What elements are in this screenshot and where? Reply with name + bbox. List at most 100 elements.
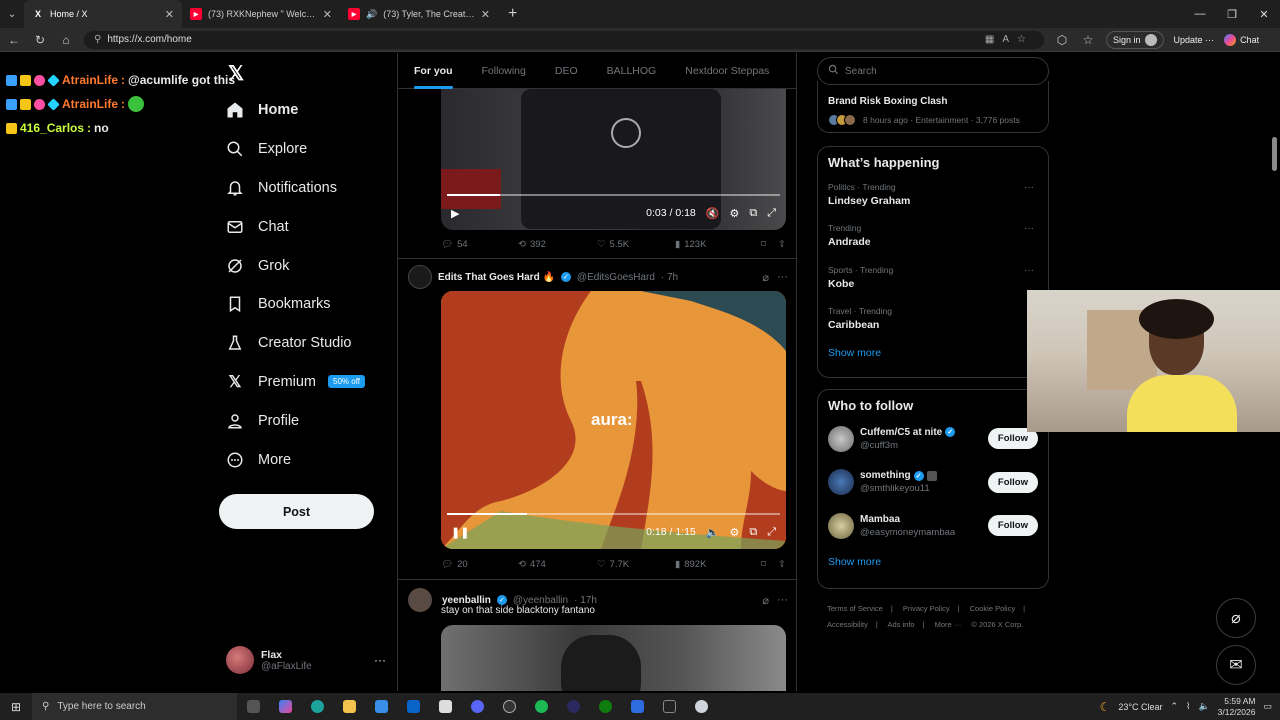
back-icon[interactable]: ← <box>6 33 22 47</box>
sidebar-item-home[interactable]: Home <box>226 91 365 130</box>
sidebar-item-premium[interactable]: 𝕏 Premium 50% off <box>226 363 365 402</box>
mute-icon[interactable]: 🔇 <box>706 207 720 220</box>
tweet-media[interactable] <box>441 625 786 691</box>
account-switcher[interactable]: Flax @aFlaxLife ··· <box>226 646 386 674</box>
more-dots-icon[interactable]: ··· <box>374 653 386 667</box>
pause-icon[interactable]: ❚❚ <box>451 526 469 539</box>
tab-for-you[interactable]: For you <box>414 53 453 89</box>
taskbar-search-input[interactable]: ⚲ Type here to search <box>32 693 237 720</box>
extensions-icon[interactable]: ⬡ <box>1054 33 1070 47</box>
pip-icon[interactable]: ⧉ <box>749 526 757 539</box>
tweet-author-name[interactable]: Edits That Goes Hard 🔥 <box>438 272 555 283</box>
more-dots-icon[interactable]: ··· <box>1024 265 1034 276</box>
repost-button[interactable]: ⟲ 392 <box>518 239 597 250</box>
avatar[interactable] <box>408 265 432 289</box>
grok-fab-button[interactable]: ⌀ <box>1216 598 1256 638</box>
steam-app-icon[interactable] <box>685 693 717 720</box>
trend-item[interactable]: Sports · Trending Kobe ··· <box>828 265 1038 306</box>
file-explorer-icon[interactable] <box>333 693 365 720</box>
fullscreen-icon[interactable]: ⤢ <box>767 526 776 539</box>
home-browser-icon[interactable]: ⌂ <box>58 33 74 47</box>
pip-icon[interactable]: ⧉ <box>749 207 757 220</box>
tab-youtube-1[interactable]: ▶ (73) RXKNephew " Welcome 2 The ✕ <box>182 0 340 28</box>
page-scrollbar[interactable] <box>1270 53 1278 691</box>
bookmark-icon[interactable]: ⌑ <box>761 239 766 250</box>
share-icon[interactable]: ⇪ <box>778 559 786 570</box>
address-bar-tools[interactable]: ▦A☆ <box>985 34 1034 45</box>
store-app-icon[interactable] <box>365 693 397 720</box>
tab-following[interactable]: Following <box>482 53 526 89</box>
network-icon[interactable]: ⌇ <box>1186 701 1190 712</box>
more-dots-icon[interactable]: ··· <box>1024 223 1034 234</box>
discord-app-icon[interactable] <box>461 693 493 720</box>
scrollbar-thumb[interactable] <box>1272 137 1277 171</box>
url-field[interactable]: ⚲ https://x.com/home ▦A☆ <box>84 30 1044 49</box>
more-dots-icon[interactable]: ··· <box>1024 182 1034 193</box>
footer-link[interactable]: Privacy Policy <box>903 604 950 613</box>
footer-link[interactable]: Cookie Policy <box>970 604 1015 613</box>
sidebar-item-notifications[interactable]: Notifications <box>226 169 365 208</box>
speaker-icon[interactable]: 🔊 <box>366 9 377 20</box>
update-button[interactable]: Update ··· <box>1174 35 1215 45</box>
tweet-video[interactable]: ▶ 0:03 / 0:18 🔇 ⚙ ⧉ ⤢ <box>441 89 786 230</box>
close-tab-icon[interactable]: ✕ <box>323 8 332 21</box>
favorites-icon[interactable]: ☆ <box>1080 33 1096 47</box>
obs-app-icon[interactable] <box>493 693 525 720</box>
sidebar-item-chat[interactable]: Chat <box>226 207 365 246</box>
refresh-icon[interactable]: ↻ <box>32 33 48 47</box>
show-more-link[interactable]: Show more <box>828 347 1038 359</box>
windows-start-icon[interactable]: ⊞ <box>0 700 32 714</box>
tab-actions-menu[interactable]: ⌄ <box>0 0 24 28</box>
notepad-app-icon[interactable] <box>429 693 461 720</box>
sidebar-item-profile[interactable]: Profile <box>226 401 365 440</box>
follow-suggestion[interactable]: Cuffem/C5 at nite ✓ @cuff3m Follow <box>828 417 1038 461</box>
post-button[interactable]: Post <box>219 494 374 529</box>
follow-button[interactable]: Follow <box>987 515 1038 537</box>
share-icon[interactable]: ⇪ <box>778 239 786 250</box>
grok-icon[interactable]: ⌀ <box>762 594 769 607</box>
show-more-link[interactable]: Show more <box>828 556 1038 568</box>
notifications-icon[interactable]: ▭ <box>1263 701 1272 712</box>
tab-youtube-2[interactable]: ▶ 🔊 (73) Tyler, The Creator - I'll Tak ✕ <box>340 0 498 28</box>
sidebar-item-grok[interactable]: Grok <box>226 246 365 285</box>
copilot-app-icon[interactable] <box>269 693 301 720</box>
tweet-author-handle[interactable]: @EditsGoesHard <box>577 272 655 283</box>
tab-ballhog[interactable]: BALLHOG <box>607 53 657 89</box>
settings-icon[interactable]: ⚙ <box>729 207 739 220</box>
clock[interactable]: 5:59 AM 3/12/2026 <box>1218 696 1256 718</box>
more-dots-icon[interactable]: ··· <box>777 594 788 607</box>
volume-icon[interactable]: 🔈 <box>1198 701 1209 712</box>
trend-item[interactable]: Politics · Trending Lindsey Graham ··· <box>828 182 1038 223</box>
footer-link[interactable]: More ··· <box>935 620 962 629</box>
close-tab-icon[interactable]: ✕ <box>481 8 490 21</box>
follow-suggestion[interactable]: something ✓ @smthlikeyou11 Follow <box>828 461 1038 505</box>
sign-in-button[interactable]: Sign in <box>1106 30 1164 49</box>
tweet-author-handle[interactable]: @yeenballin <box>513 595 568 606</box>
settings-icon[interactable]: ⚙ <box>729 526 739 539</box>
bookmark-icon[interactable]: ⌑ <box>761 559 766 570</box>
close-tab-icon[interactable]: ✕ <box>165 8 174 21</box>
trend-item[interactable]: Trending Andrade ··· <box>828 223 1038 264</box>
footer-link[interactable]: Terms of Service <box>827 604 883 613</box>
minimize-icon[interactable]: — <box>1184 8 1216 21</box>
follow-suggestion[interactable]: Mambaa @easymoneymambaa Follow <box>828 504 1038 548</box>
sidebar-item-creator-studio[interactable]: Creator Studio <box>226 324 365 363</box>
volume-icon[interactable]: 🔈 <box>706 526 720 539</box>
task-view-icon[interactable] <box>237 693 269 720</box>
tray-chevron-icon[interactable]: ⌃ <box>1170 701 1178 712</box>
like-button[interactable]: ♡ 7.7K <box>597 559 675 570</box>
xbox-app-icon[interactable] <box>589 693 621 720</box>
epic-games-icon[interactable] <box>653 693 685 720</box>
footer-link[interactable]: Accessibility <box>827 620 868 629</box>
footer-link[interactable]: Ads info <box>887 620 914 629</box>
weather-icon[interactable]: ☾ <box>1100 700 1111 714</box>
reply-button[interactable]: 💬︎ 20 <box>441 559 518 570</box>
tab-deo[interactable]: DEO <box>555 53 578 89</box>
reply-button[interactable]: 💬︎ 54 <box>441 239 518 250</box>
more-dots-icon[interactable]: ··· <box>777 271 788 284</box>
new-tab-button[interactable]: + <box>498 5 527 23</box>
sidebar-item-explore[interactable]: Explore <box>226 130 365 169</box>
tweet-time[interactable]: · 7h <box>661 272 678 283</box>
maximize-icon[interactable]: ❐ <box>1216 8 1248 21</box>
media-app-icon[interactable] <box>557 693 589 720</box>
